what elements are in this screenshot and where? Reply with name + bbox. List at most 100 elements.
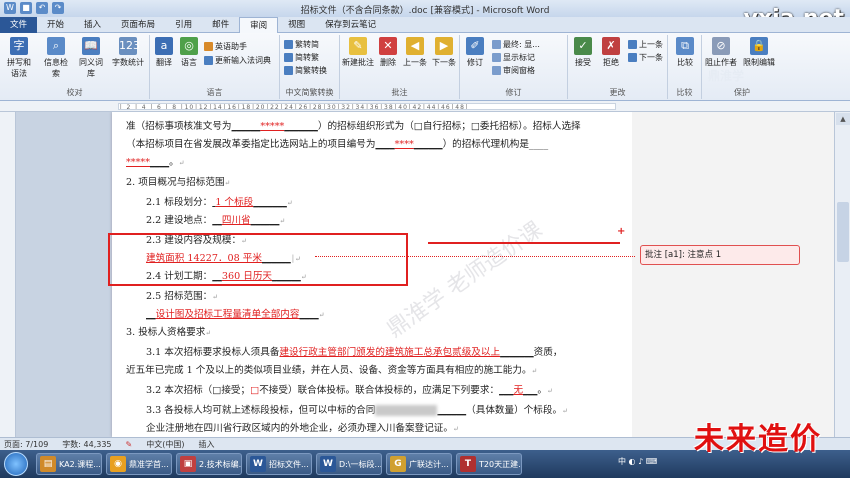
translate-button[interactable]: a 翻译 <box>152 37 176 68</box>
taskbar-item[interactable]: ▤ KA2.课程... <box>36 453 102 475</box>
delete-comment-button[interactable]: ✕ 删除 <box>376 37 400 68</box>
show-markup-icon <box>492 53 501 62</box>
glodon-icon: G <box>390 456 406 472</box>
word-count-label: 字数统计 <box>112 58 144 67</box>
delete-comment-label: 删除 <box>380 58 396 67</box>
chinese-group-label: 中文简繁转换 <box>285 88 334 97</box>
track-changes-button[interactable]: ✐ 修订 <box>462 37 488 68</box>
track-changes-icon: ✐ <box>466 37 484 55</box>
tab-file[interactable]: 文件 <box>0 17 38 33</box>
taskbar-item[interactable]: ◉ 鼎准学首... <box>106 453 172 475</box>
pdf-icon: ▣ <box>180 456 196 472</box>
next-comment-button[interactable]: ▶ 下一条 <box>430 37 458 68</box>
tab-page-layout[interactable]: 页面布局 <box>111 17 165 33</box>
english-assistant-icon <box>204 42 213 51</box>
block-authors-button[interactable]: ⊘ 阻止作者 <box>704 37 738 68</box>
track-changes-label: 修订 <box>467 58 483 67</box>
language-indicator[interactable]: 中文(中国) <box>146 439 184 450</box>
redacted-block <box>375 405 438 416</box>
group-comments: ✎ 新建批注 ✕ 删除 ◀ 上一条 ▶ 下一条 批注 <box>340 35 460 99</box>
final-display-select[interactable]: 最终: 显... <box>492 39 540 50</box>
show-markup-label: 显示标记 <box>503 53 535 62</box>
taskbar-item[interactable]: W D:\一标段... <box>316 453 382 475</box>
taskbar-item[interactable]: W 招标文件... <box>246 453 312 475</box>
prev-comment-label: 上一条 <box>403 58 427 67</box>
language-button[interactable]: ◎ 语言 <box>178 37 200 68</box>
accept-button[interactable]: ✓ 接受 <box>570 37 596 68</box>
reject-icon: ✗ <box>602 37 620 55</box>
tab-mailings[interactable]: 邮件 <box>202 17 239 33</box>
comment-connector <box>315 256 635 257</box>
vertical-scrollbar[interactable]: ▲ <box>834 112 850 437</box>
comments-group-label: 批注 <box>391 88 408 97</box>
doc-line-3-3: 3.3 各投标人均可就上述标段投标，但可以中标的合同 ______（具体数量）个标… <box>146 405 568 416</box>
prev-comment-button[interactable]: ◀ 上一条 <box>402 37 428 68</box>
group-proofing: 字 拼写和语法 ⌕ 信息检索 📖 同义词库 123 字数统计 校对 <box>0 35 150 99</box>
doc-line-3-1b: 近五年已完成 1 个及以上的类似项目业绩，并在人员、设备、资金等方面具有相应的施… <box>126 365 538 376</box>
window-title: 招标文件（不含合同条款）.doc [兼容模式] - Microsoft Word <box>300 6 550 16</box>
tab-cloud-notes[interactable]: 保存到云笔记 <box>315 17 386 33</box>
taskbar-item-label: 招标文件... <box>269 459 309 469</box>
tab-home[interactable]: 开始 <box>37 17 74 33</box>
next-change-icon <box>628 53 637 62</box>
word-count[interactable]: 字数: 44,335 <box>62 439 111 450</box>
restrict-editing-button[interactable]: 🔒 限制编辑 <box>740 37 778 68</box>
new-comment-button[interactable]: ✎ 新建批注 <box>342 37 374 68</box>
scroll-up-icon[interactable]: ▲ <box>836 113 850 125</box>
word-count-button[interactable]: 123 字数统计 <box>110 37 146 68</box>
proofing-status-icon[interactable]: ✎ <box>126 440 133 449</box>
ruler-scale: │ 2 │ 4 │ 6 │ 8 │10│12│14│16│18│20│22│24… <box>118 103 616 110</box>
spelling-button[interactable]: 字 拼写和语法 <box>4 37 34 79</box>
next-comment-label: 下一条 <box>432 58 456 67</box>
brand-watermark: 未来造价 <box>694 422 822 457</box>
language-label: 语言 <box>181 58 197 67</box>
research-icon: ⌕ <box>47 37 65 55</box>
word-doc-icon: W <box>320 456 336 472</box>
tab-references[interactable]: 引用 <box>165 17 202 33</box>
page-indicator[interactable]: 页面: 7/109 <box>4 439 48 450</box>
next-comment-icon: ▶ <box>435 37 453 55</box>
english-assistant-label: 英语助手 <box>215 42 247 51</box>
ribbon: 鼎淮学 字 拼写和语法 ⌕ 信息检索 📖 同义词库 123 字数统计 校对 a … <box>0 33 850 101</box>
browser-icon: ◉ <box>110 456 126 472</box>
trad-to-simp-label: 繁转简 <box>295 40 319 49</box>
compare-button[interactable]: ⧉ 比较 <box>672 37 698 68</box>
chinese-convert-button[interactable]: 简繁转换 <box>284 65 327 76</box>
tab-insert[interactable]: 插入 <box>74 17 111 33</box>
horizontal-ruler[interactable]: │ 2 │ 4 │ 6 │ 8 │10│12│14│16│18│20│22│24… <box>0 101 850 112</box>
research-label: 信息检索 <box>44 58 68 78</box>
english-assistant-button[interactable]: 英语助手 <box>204 41 247 52</box>
thesaurus-button[interactable]: 📖 同义词库 <box>76 37 106 79</box>
insert-mode[interactable]: 插入 <box>198 439 214 450</box>
taskbar-item[interactable]: G 广联达计... <box>386 453 452 475</box>
spelling-label: 拼写和语法 <box>7 58 31 78</box>
update-ime-button[interactable]: 更新输入法词典 <box>204 55 271 66</box>
compare-label: 比较 <box>677 58 693 67</box>
new-comment-icon: ✎ <box>349 37 367 55</box>
taskbar-item[interactable]: T T20天正建... <box>456 453 522 475</box>
restrict-editing-label: 限制编辑 <box>743 58 775 67</box>
prev-change-label: 上一条 <box>639 40 663 49</box>
update-ime-label: 更新输入法词典 <box>215 56 271 65</box>
folder-icon: ▤ <box>40 456 56 472</box>
review-pane-button[interactable]: 审阅窗格 <box>492 65 535 76</box>
trad-to-simp-button[interactable]: 繁转简 <box>284 39 319 50</box>
group-language: a 翻译 ◎ 语言 英语助手 更新输入法词典 语言 <box>150 35 280 99</box>
scroll-thumb[interactable] <box>837 202 849 262</box>
prev-change-button[interactable]: 上一条 <box>628 39 663 50</box>
reject-button[interactable]: ✗ 拒绝 <box>598 37 624 68</box>
tab-review[interactable]: 审阅 <box>239 17 279 33</box>
review-pane-label: 审阅窗格 <box>503 66 535 75</box>
compare-icon: ⧉ <box>676 37 694 55</box>
simp-to-trad-button[interactable]: 简转繁 <box>284 52 319 63</box>
start-button[interactable] <box>4 452 28 476</box>
system-tray[interactable]: 中 ◐ ♪ ⌨ <box>618 456 657 467</box>
tab-view[interactable]: 视图 <box>278 17 315 33</box>
word-doc-icon: W <box>250 456 266 472</box>
taskbar-item[interactable]: ▣ 2.技术标编... <box>176 453 242 475</box>
vertical-ruler[interactable] <box>0 112 16 437</box>
research-button[interactable]: ⌕ 信息检索 <box>44 37 68 79</box>
show-markup-button[interactable]: 显示标记 <box>492 52 535 63</box>
next-change-button[interactable]: 下一条 <box>628 52 663 63</box>
comment-balloon[interactable]: 批注 [a1]: 注意点 1 <box>640 245 800 265</box>
